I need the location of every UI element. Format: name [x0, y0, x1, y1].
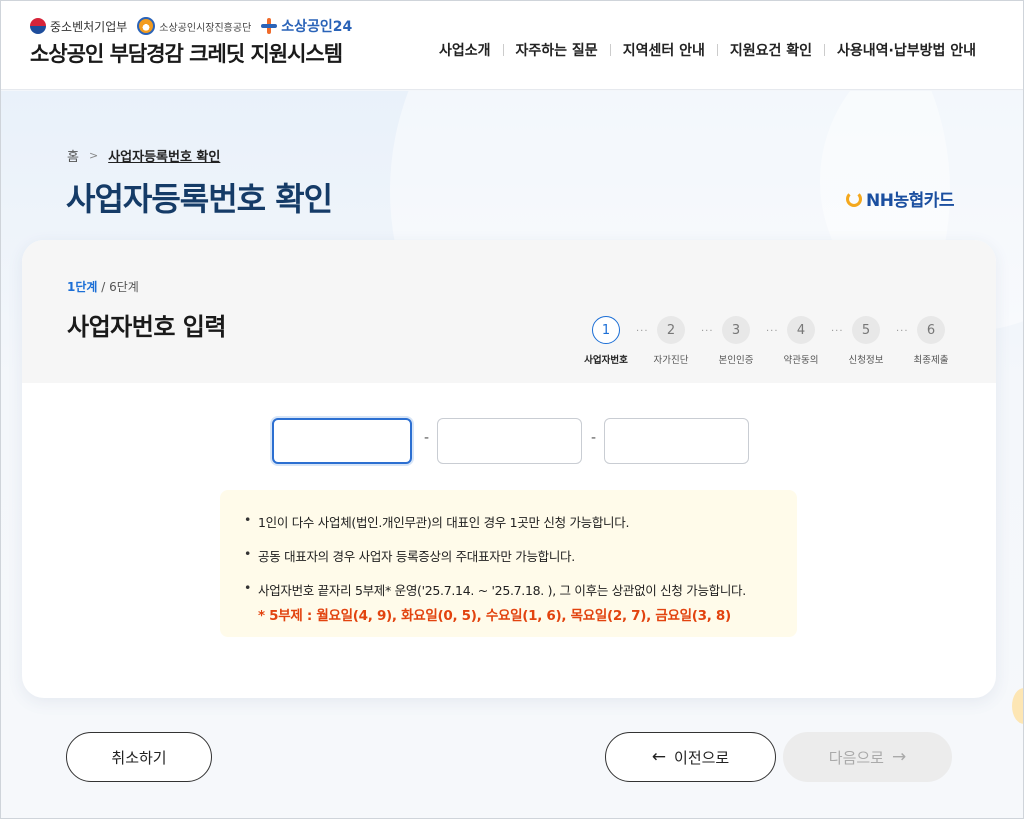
notice-text: 공동 대표자의 경우 사업자 등록증상의 주대표자만 가능합니다.	[258, 549, 575, 564]
business-number-part3-input[interactable]	[604, 418, 749, 464]
nav-item-usage[interactable]: 사용내역·납부방법 안내	[825, 40, 988, 60]
arrow-left-icon: ←	[651, 746, 667, 767]
step-current: 1단계	[67, 280, 98, 294]
agency-logo[interactable]: 소상공인시장진흥공단	[137, 17, 251, 35]
progress-stepper: 1 사업자번호 ··· 2 자가진단 ··· 3 본인인증 ··· 4 약관동의…	[578, 316, 958, 368]
step-number: 5	[852, 316, 880, 344]
semas-icon	[137, 17, 156, 35]
notice-item: 1인이 다수 사업체(법인.개인무관)의 대표인 경우 1곳만 신청 가능합니다…	[244, 512, 746, 531]
business-number-part2-input[interactable]	[437, 418, 582, 464]
agency-name: 소상공인시장진흥공단	[159, 22, 252, 34]
cancel-button[interactable]: 취소하기	[66, 732, 212, 782]
site-header: 중소벤처기업부 소상공인시장진흥공단 소상공인24 소상공인 부담경감 크레딧 …	[0, 0, 1024, 90]
next-button[interactable]: 다음으로 →	[783, 732, 952, 782]
step-3: 3 본인인증	[708, 316, 764, 366]
business-number-part1-input[interactable]	[272, 418, 412, 464]
agency-logos: 중소벤처기업부 소상공인시장진흥공단 소상공인24	[30, 16, 352, 36]
step-total: / 6단계	[101, 280, 139, 294]
site-title[interactable]: 소상공인 부담경감 크레딧 지원시스템	[30, 38, 343, 68]
number-separator: -	[591, 430, 597, 446]
nav-item-about[interactable]: 사업소개	[427, 40, 503, 60]
step-1: 1 사업자번호	[578, 316, 634, 366]
step-6: 6 최종제출	[903, 316, 959, 366]
step-number: 4	[787, 316, 815, 344]
notice-box: 1인이 다수 사업체(법인.개인무관)의 대표인 경우 1곳만 신청 가능합니다…	[220, 490, 797, 637]
notice-text: 1인이 다수 사업체(법인.개인무관)의 대표인 경우 1곳만 신청 가능합니다…	[258, 515, 630, 530]
step-number: 2	[657, 316, 685, 344]
card-title: 사업자번호 입력	[67, 313, 226, 341]
card-header: 1단계 / 6단계 사업자번호 입력 1 사업자번호 ··· 2 자가진단 ··…	[22, 240, 996, 383]
notice-emphasis: * 5부제 : 월요일(4, 9), 화요일(0, 5), 수요일(1, 6),…	[258, 608, 731, 624]
number-separator: -	[424, 430, 430, 446]
portal-logo[interactable]: 소상공인24	[261, 16, 352, 36]
step-label: 사업자번호	[584, 355, 628, 366]
prev-button[interactable]: ← 이전으로	[605, 732, 776, 782]
step-number: 1	[592, 316, 620, 344]
step-number: 3	[722, 316, 750, 344]
step-2: 2 자가진단	[643, 316, 699, 366]
step-indicator: 1단계 / 6단계	[67, 278, 139, 295]
notice-item: 사업자번호 끝자리 5부제* 운영('25.7.14. ~ '25.7.18. …	[244, 580, 746, 624]
arrow-right-icon: →	[891, 746, 907, 767]
nav-item-requirements[interactable]: 지원요건 확인	[718, 40, 824, 60]
nav-item-centers[interactable]: 지역센터 안내	[611, 40, 717, 60]
step-label: 자가진단	[653, 355, 689, 366]
plus-icon	[261, 18, 278, 34]
nh-card-name: NH농협카드	[866, 191, 955, 211]
ministry-name: 중소벤처기업부	[50, 19, 128, 34]
notice-item: 공동 대표자의 경우 사업자 등록증상의 주대표자만 가능합니다.	[244, 546, 746, 565]
main-nav: 사업소개 자주하는 질문 지역센터 안내 지원요건 확인 사용내역·납부방법 안…	[427, 40, 988, 60]
step-number: 6	[917, 316, 945, 344]
step-4: 4 약관동의	[773, 316, 829, 366]
next-button-label: 다음으로	[828, 748, 884, 767]
breadcrumb-current[interactable]: 사업자등록번호 확인	[108, 146, 220, 165]
chevron-right-icon: >	[88, 149, 99, 162]
nh-card-logo: NH농협카드	[846, 186, 955, 211]
prev-button-label: 이전으로	[674, 748, 730, 767]
nh-icon	[846, 190, 862, 207]
breadcrumb-home[interactable]: 홈	[67, 146, 79, 165]
notice-list: 1인이 다수 사업체(법인.개인무관)의 대표인 경우 1곳만 신청 가능합니다…	[244, 512, 746, 639]
step-label: 본인인증	[718, 355, 754, 366]
step-label: 최종제출	[913, 355, 949, 366]
step-label: 약관동의	[783, 355, 819, 366]
taeguk-icon	[30, 18, 46, 34]
notice-text: 사업자번호 끝자리 5부제* 운영('25.7.14. ~ '25.7.18. …	[258, 583, 746, 598]
step-5: 5 신청정보	[838, 316, 894, 366]
portal-name: 소상공인24	[281, 19, 353, 35]
cancel-button-label: 취소하기	[111, 748, 167, 767]
page-title: 사업자등록번호 확인	[66, 180, 333, 218]
breadcrumb: 홈 > 사업자등록번호 확인	[67, 146, 220, 165]
step-label: 신청정보	[848, 355, 884, 366]
nav-item-faq[interactable]: 자주하는 질문	[504, 40, 610, 60]
step-card: 1단계 / 6단계 사업자번호 입력 1 사업자번호 ··· 2 자가진단 ··…	[22, 240, 996, 698]
ministry-logo[interactable]: 중소벤처기업부	[30, 18, 127, 35]
